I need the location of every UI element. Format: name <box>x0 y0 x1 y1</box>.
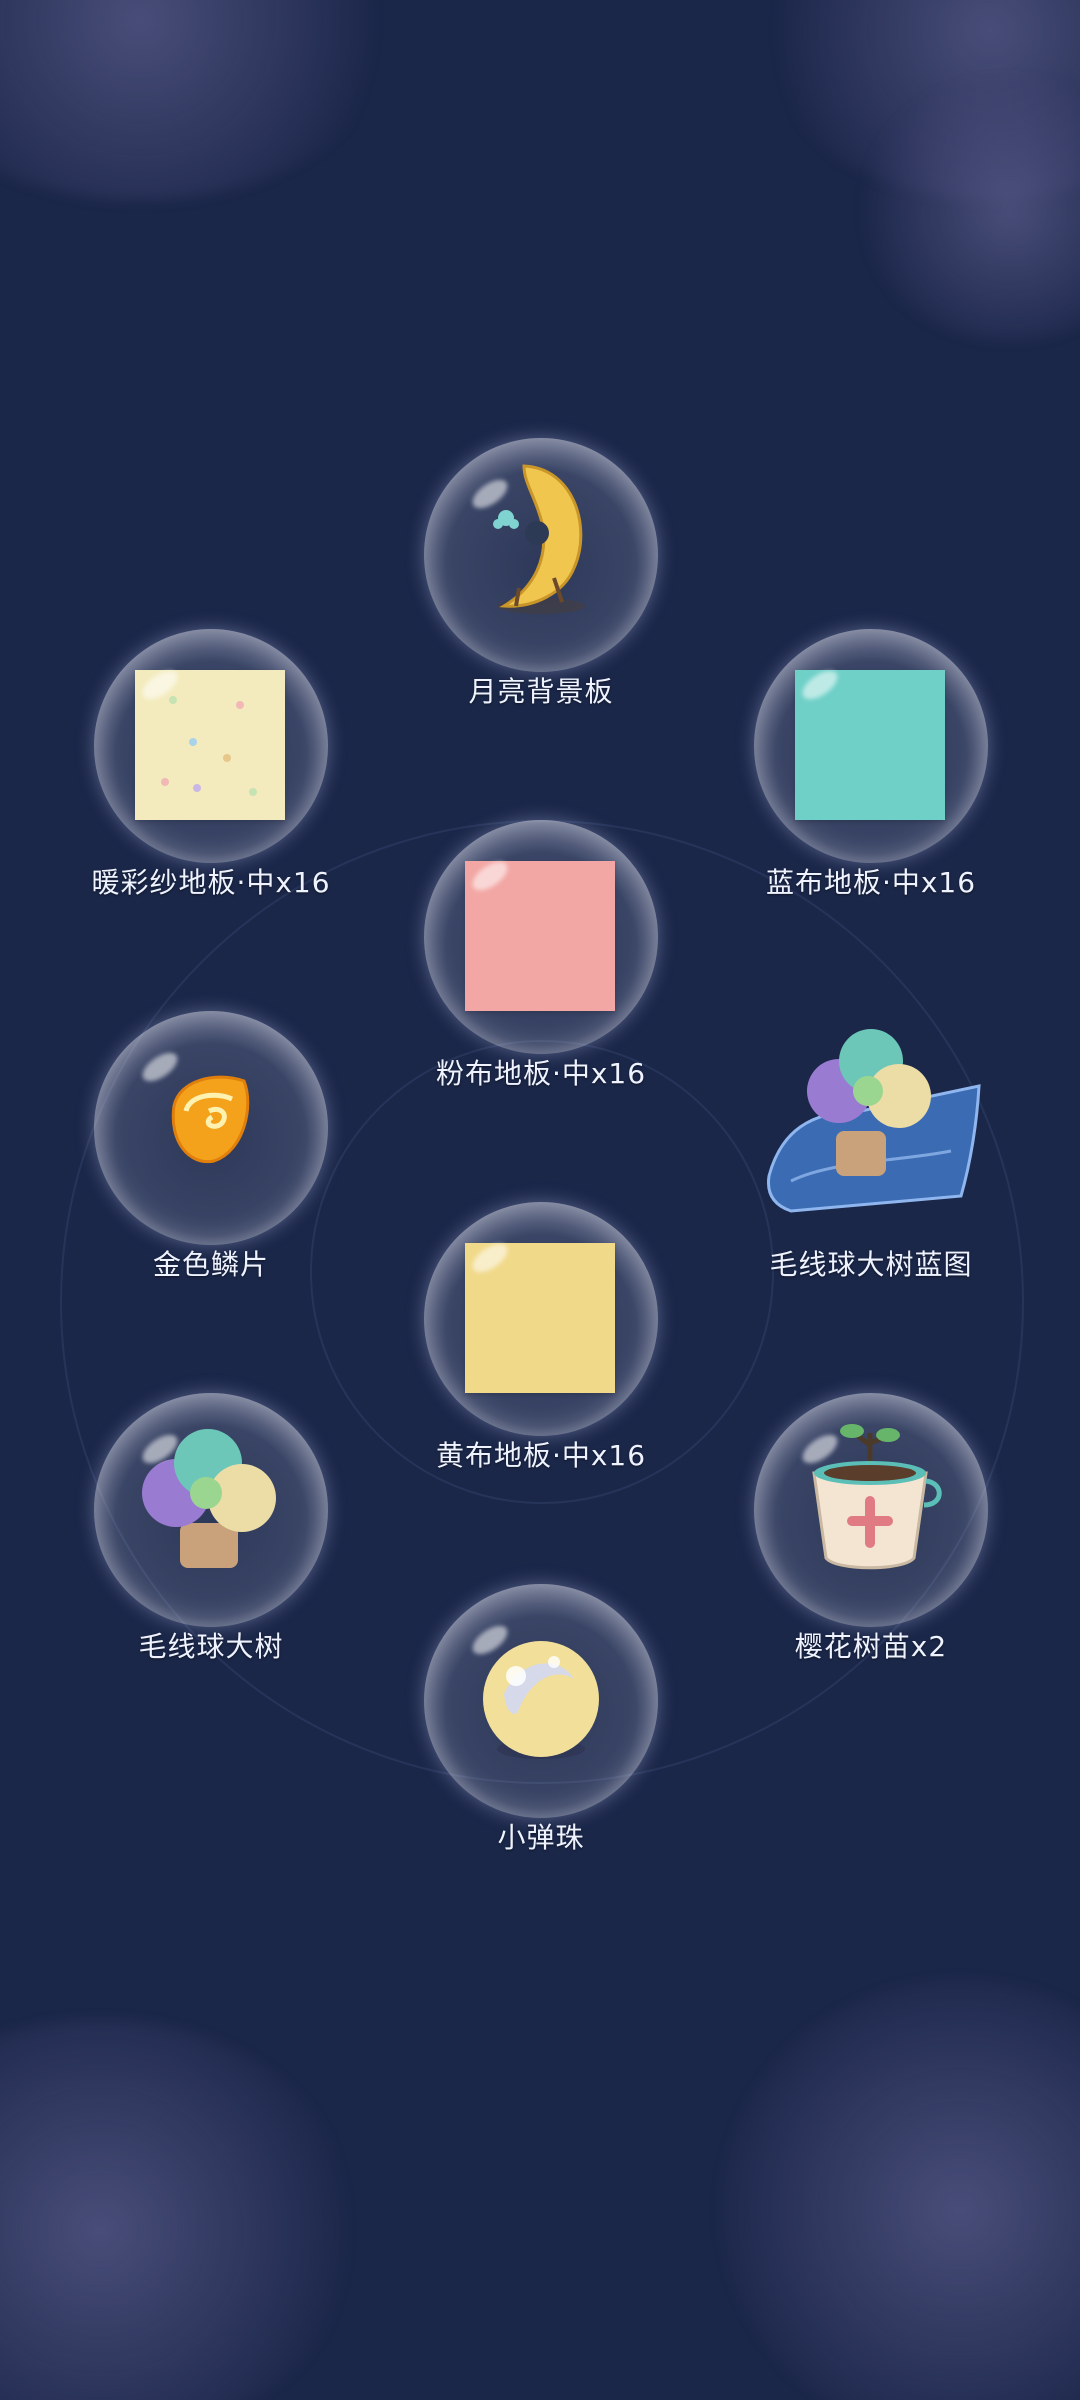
reward-label: 毛线球大树 <box>138 1630 284 1663</box>
reward-label: 蓝布地板·中x16 <box>765 866 977 899</box>
yarn-tree-icon <box>142 1429 276 1568</box>
reward-yarn-tree-blueprint[interactable]: 毛线球大树蓝图 <box>751 1011 991 1311</box>
reward-bubble[interactable] <box>754 1393 988 1627</box>
reward-label: 粉布地板·中x16 <box>435 1057 647 1090</box>
sakura-sapling-pot-icon <box>812 1424 942 1570</box>
reward-blue-cloth-floor[interactable]: 蓝布地板·中x16 <box>751 629 991 929</box>
cloud-decoration-bottom-right <box>720 1980 1080 2400</box>
reward-bubble[interactable] <box>94 629 328 863</box>
reward-warm-gauze-floor[interactable]: 暖彩纱地板·中x16 <box>91 629 331 929</box>
gold-scale-icon <box>171 1075 250 1164</box>
reward-label: 月亮背景板 <box>468 675 614 708</box>
reward-bubble[interactable] <box>424 820 658 1054</box>
reward-bubble[interactable] <box>424 1202 658 1436</box>
cloud-decoration-top-left <box>0 0 400 200</box>
reward-label: 黄布地板·中x16 <box>435 1439 647 1472</box>
reward-marble[interactable]: 小弹珠 <box>421 1584 661 1884</box>
reward-gold-scale[interactable]: 金色鳞片 <box>91 1011 331 1311</box>
reward-label: 小弹珠 <box>497 1821 585 1854</box>
reward-label: 樱花树苗x2 <box>794 1630 948 1663</box>
reward-label: 金色鳞片 <box>152 1248 269 1281</box>
reward-bubble[interactable] <box>94 1011 328 1245</box>
marble-icon <box>483 1641 599 1759</box>
moon-board-icon <box>493 464 585 614</box>
reward-sakura-sapling[interactable]: 樱花树苗x2 <box>751 1393 991 1693</box>
reward-yellow-cloth-floor[interactable]: 黄布地板·中x16 <box>421 1202 661 1502</box>
cloud-decoration-bottom-left <box>0 2020 360 2400</box>
yarn-tree-blueprint-icon <box>766 1029 981 1213</box>
reward-bubble[interactable] <box>424 438 658 672</box>
reward-pink-cloth-floor[interactable]: 粉布地板·中x16 <box>421 820 661 1120</box>
reward-bubble[interactable] <box>94 1393 328 1627</box>
reward-label: 毛线球大树蓝图 <box>769 1248 973 1281</box>
reward-moon-board[interactable]: 月亮背景板 <box>421 438 661 738</box>
reward-bubble[interactable] <box>754 629 988 863</box>
reward-yarn-tree[interactable]: 毛线球大树 <box>91 1393 331 1693</box>
reward-bubble[interactable] <box>424 1584 658 1818</box>
reward-label: 暖彩纱地板·中x16 <box>91 866 331 899</box>
